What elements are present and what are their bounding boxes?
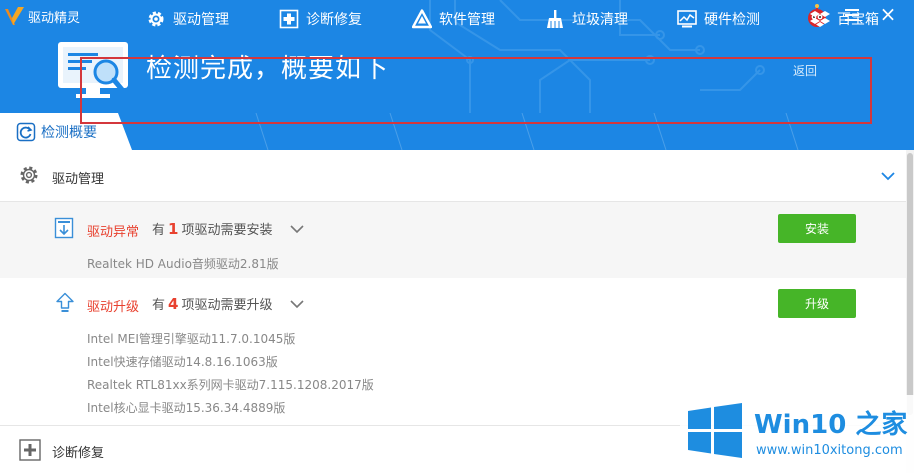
driver-upgrade-title: 驱动升级 (87, 300, 140, 315)
monitor-chart-icon (677, 9, 697, 27)
summary-prefix: 有 (152, 223, 166, 238)
tab-hardware-check[interactable]: 硬件检测 (677, 0, 760, 37)
app-name: 驱动精灵 (28, 11, 81, 26)
boxes-icon (810, 10, 830, 27)
abnormal-count: 1 (168, 220, 179, 238)
tab-junk-cleanup[interactable]: 垃圾清理 (545, 0, 628, 37)
driver-section-header[interactable]: 驱动管理 (0, 150, 906, 202)
medical-cross-icon (19, 439, 41, 461)
tab-label: 驱动管理 (173, 11, 229, 28)
highlight-box (80, 57, 872, 124)
driver-item: Realtek HD Audio音频驱动2.81版 (87, 257, 279, 271)
gear-icon (148, 11, 164, 26)
driver-item: Realtek RTL81xx系列网卡驱动7.115.1208.2017版 (87, 378, 374, 392)
tab-driver-management[interactable]: 驱动管理 (146, 0, 229, 37)
app-logo-icon (5, 7, 24, 25)
section-title: 诊断修复 (52, 446, 105, 461)
upgrade-button[interactable]: 升级 (778, 289, 856, 318)
driver-item: Intel快速存储驱动14.8.16.1063版 (87, 355, 278, 369)
triangle-logo-icon (412, 8, 432, 28)
tab-label: 百宝箱 (837, 11, 879, 28)
install-driver-icon (54, 217, 74, 239)
tab-label: 硬件检测 (704, 11, 760, 28)
tab-label: 垃圾清理 (572, 11, 628, 28)
broom-icon (547, 9, 563, 28)
driver-upgrade-summary: 有 4 项驱动需要升级 (152, 294, 272, 313)
medical-cross-icon (279, 9, 299, 28)
install-button[interactable]: 安装 (778, 214, 856, 243)
tab-toolbox[interactable]: 百宝箱 (810, 0, 879, 37)
watermark-url: www.win10xitong.com (756, 443, 903, 458)
driver-item: Intel MEI管理引擎驱动11.7.0.1045版 (87, 332, 296, 346)
close-icon[interactable]: × (877, 4, 899, 26)
gear-icon (20, 166, 38, 184)
driver-item: Intel核心显卡驱动15.36.34.4889版 (87, 401, 286, 415)
chevron-down-icon[interactable] (880, 170, 896, 182)
tab-software-management[interactable]: 软件管理 (412, 0, 495, 37)
driver-abnormal-summary: 有 1 项驱动需要安装 (152, 219, 272, 238)
tab-diagnose-repair[interactable]: 诊断修复 (279, 0, 362, 37)
windows-logo-icon (688, 403, 742, 458)
chevron-down-icon[interactable] (290, 224, 304, 234)
upgrade-arrow-icon (56, 292, 74, 312)
summary-prefix: 有 (152, 298, 166, 313)
upgrade-count: 4 (168, 295, 179, 313)
tab-label: 软件管理 (439, 11, 495, 28)
refresh-icon (16, 122, 36, 141)
chevron-down-icon[interactable] (290, 299, 304, 309)
scrollbar-thumb[interactable] (907, 153, 913, 415)
summary-suffix: 项驱动需要安装 (181, 223, 273, 238)
tab-label: 诊断修复 (306, 11, 362, 28)
tab-label: 检测概要 (41, 124, 97, 141)
watermark-title: Win10 之家 (754, 410, 908, 440)
driver-abnormal-title: 驱动异常 (87, 225, 140, 240)
summary-suffix: 项驱动需要升级 (181, 298, 273, 313)
section-title: 驱动管理 (52, 172, 105, 187)
